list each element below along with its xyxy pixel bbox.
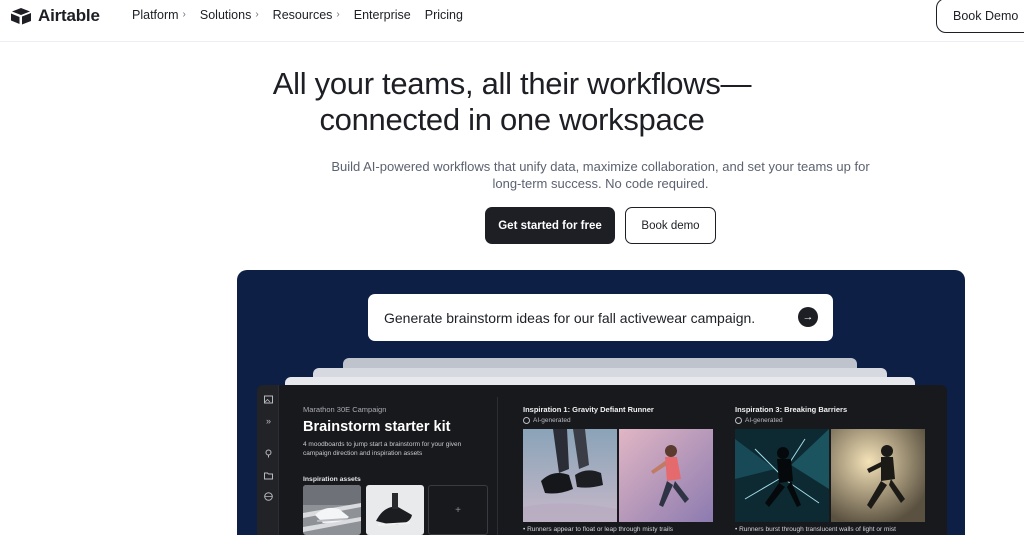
inspiration-images (735, 429, 925, 522)
inspiration-card-1[interactable]: Inspiration 1: Gravity Defiant Runner AI… (523, 405, 713, 533)
inspiration-title: Inspiration 1: Gravity Defiant Runner (523, 405, 654, 414)
hero-headline: All your teams, all their workflows— con… (0, 66, 1024, 138)
assets-label: Inspiration assets (303, 476, 361, 483)
nav-item-label: Pricing (424, 8, 463, 22)
app-window: » Marathon 30E Campaign Brainstorm start… (257, 385, 947, 535)
ai-badge-label: AI-generated (533, 417, 571, 424)
location-icon[interactable] (264, 449, 273, 458)
airtable-logo-icon (11, 8, 31, 25)
column-divider (497, 397, 498, 535)
nav-item-label: Solutions (199, 8, 252, 22)
breadcrumb: Marathon 30E Campaign (303, 405, 387, 414)
nav-item-label: Resources (272, 8, 333, 22)
inspiration-images (523, 429, 713, 522)
image-icon[interactable] (264, 395, 273, 404)
kit-title: Brainstorm starter kit (303, 419, 451, 435)
globe-icon[interactable] (264, 492, 273, 501)
runner-feet-image (523, 429, 617, 522)
nav-menu: Platform › Solutions › Resources › Enter… (132, 8, 477, 22)
nav-item-resources[interactable]: Resources › (273, 8, 340, 22)
book-demo-nav-button[interactable]: Book Demo (936, 0, 1024, 33)
ai-sparkle-icon (735, 417, 742, 424)
expand-icon[interactable]: » (264, 417, 273, 426)
get-started-button[interactable]: Get started for free (485, 207, 615, 244)
plus-icon: + (455, 504, 461, 516)
book-demo-button[interactable]: Book demo (625, 207, 716, 244)
chevron-right-icon: › (336, 8, 340, 20)
prompt-text: Generate brainstorm ideas for our fall a… (384, 309, 756, 326)
nav-item-label: Enterprise (353, 8, 411, 22)
nav-item-pricing[interactable]: Pricing (425, 8, 463, 22)
chevron-right-icon: › (182, 8, 186, 20)
nav-item-label: Platform (132, 8, 179, 22)
nav-item-platform[interactable]: Platform › (132, 8, 186, 22)
ai-badge: AI-generated (523, 417, 713, 424)
kit-description: 4 moodboards to jump start a brainstorm … (303, 441, 462, 457)
asset-thumbnail-shoe-dark[interactable] (366, 485, 424, 535)
headline-line-1: All your teams, all their workflows— (272, 66, 752, 101)
hero-subhead: Build AI-powered workflows that unify da… (331, 159, 870, 191)
chevron-right-icon: › (255, 8, 259, 20)
add-asset-button[interactable]: + (428, 485, 488, 535)
inspiration-card-3[interactable]: Inspiration 3: Breaking Barriers AI-gene… (735, 405, 925, 533)
headline-line-2: connected in one workspace (319, 102, 705, 137)
asset-thumbnail-shoe-track[interactable] (303, 485, 361, 535)
app-sidebar: » (257, 385, 279, 535)
ai-badge-label: AI-generated (745, 417, 783, 424)
runner-sunset-image (619, 429, 713, 522)
runner-burst-image (735, 429, 829, 522)
nav-item-solutions[interactable]: Solutions › (200, 8, 259, 22)
airtable-logo[interactable]: Airtable (10, 6, 100, 26)
nav-item-enterprise[interactable]: Enterprise (354, 8, 411, 22)
kit-summary: Marathon 30E Campaign Brainstorm starter… (303, 405, 503, 483)
arrow-right-icon[interactable]: → (798, 307, 818, 327)
ai-sparkle-icon (523, 417, 530, 424)
ai-badge: AI-generated (735, 417, 925, 424)
logo-text: Airtable (38, 6, 100, 25)
inspiration-bullet: • Runners burst through translucent wall… (735, 526, 896, 533)
ai-prompt-box[interactable]: Generate brainstorm ideas for our fall a… (368, 294, 833, 341)
folder-icon[interactable] (264, 471, 273, 480)
top-nav: Airtable Platform › Solutions › Resource… (0, 0, 1024, 42)
inspiration-bullet: • Runners appear to float or leap throug… (523, 526, 674, 533)
inspiration-title: Inspiration 3: Breaking Barriers (735, 405, 848, 414)
runner-silhouette-image (831, 429, 925, 522)
product-demo-panel: Generate brainstorm ideas for our fall a… (237, 270, 965, 535)
